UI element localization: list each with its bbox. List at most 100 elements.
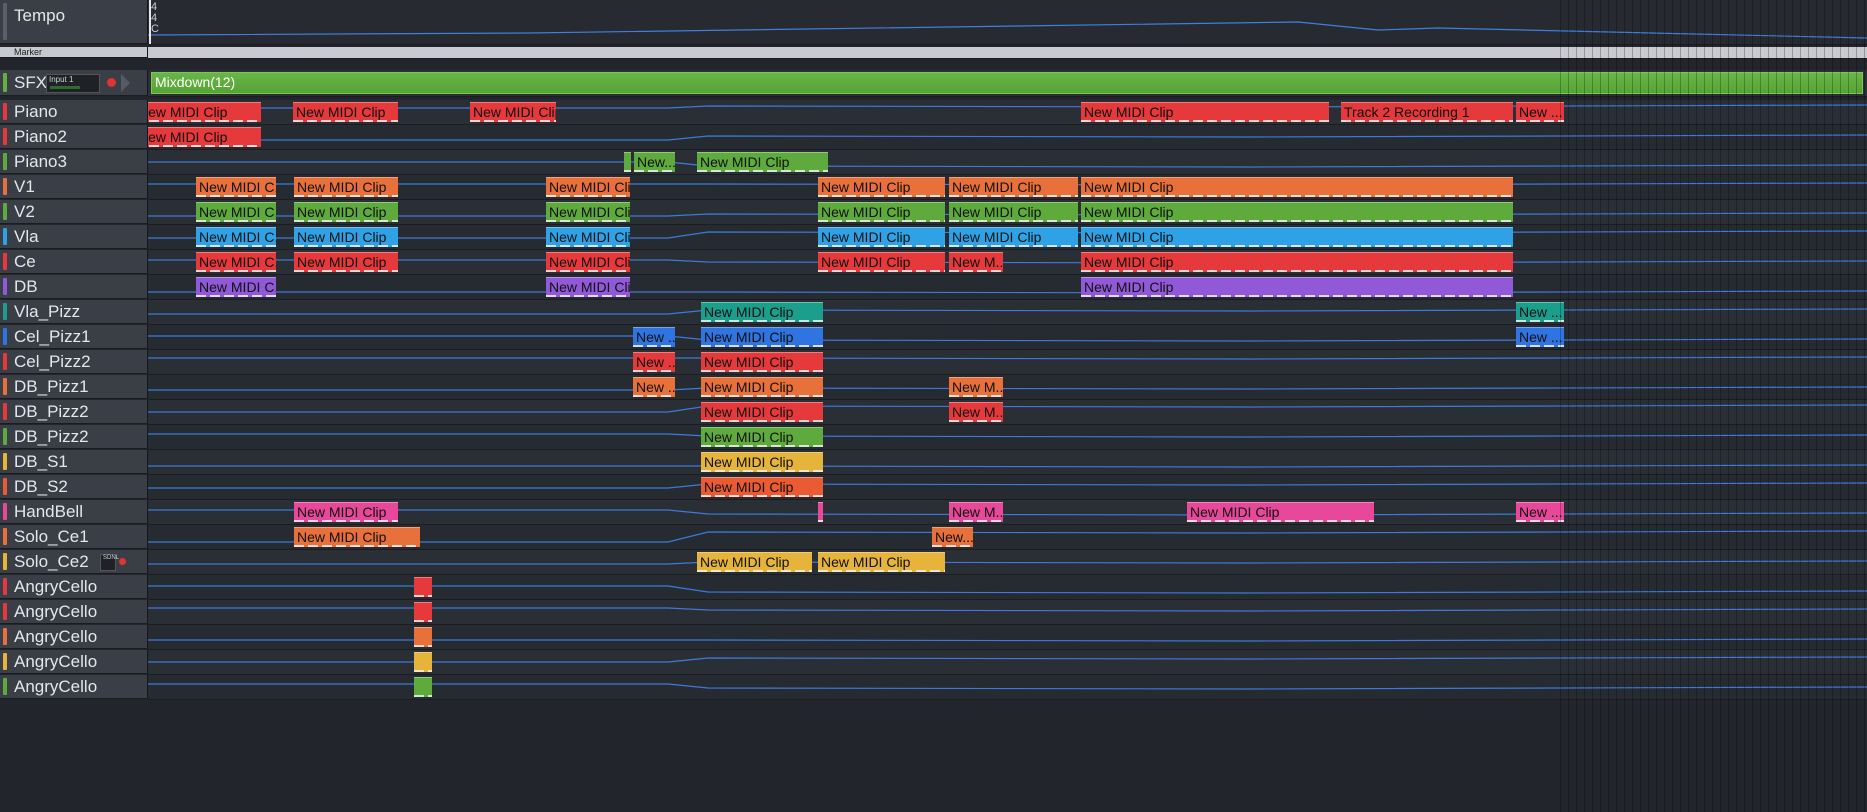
track-lane[interactable]: New MIDI Clip: [148, 475, 1867, 500]
track-lane[interactable]: New MIDI Clip: [148, 425, 1867, 450]
track-header[interactable]: DB_Pizz1: [0, 375, 148, 399]
automation-line[interactable]: [148, 125, 1867, 149]
expand-arrow-icon[interactable]: [121, 74, 130, 92]
automation-line[interactable]: [148, 600, 1867, 624]
midi-clip[interactable]: New MIDI Clip: [1081, 227, 1513, 247]
midi-clip[interactable]: New MIDI C...: [196, 252, 276, 272]
track-lane[interactable]: New MIDI Clip New M...: [148, 400, 1867, 425]
track-header[interactable]: AngryCello: [0, 650, 148, 674]
input-selector[interactable]: SDNL: [100, 554, 119, 571]
track-header[interactable]: Cel_Pizz2: [0, 350, 148, 374]
midi-clip[interactable]: New MIDI C...: [196, 227, 276, 247]
midi-clip[interactable]: [414, 602, 432, 622]
midi-clip[interactable]: New MIDI Clip: [949, 202, 1078, 222]
midi-clip[interactable]: New MIDI Clip: [697, 552, 812, 572]
track-lane[interactable]: New MIDI Clip New ...: [148, 300, 1867, 325]
midi-clip[interactable]: New MIDI Clip: [701, 302, 823, 322]
midi-clip[interactable]: New MIDI Clip: [1081, 252, 1513, 272]
midi-clip[interactable]: New MIDI Clip: [148, 127, 261, 147]
marker-lane[interactable]: [148, 47, 1867, 59]
automation-line[interactable]: [148, 675, 1867, 699]
midi-clip[interactable]: New MIDI Clip: [701, 427, 823, 447]
audio-clip[interactable]: Mixdown(12): [151, 72, 1863, 94]
midi-clip[interactable]: New MIDI Clip: [701, 452, 823, 472]
midi-clip[interactable]: New MIDI Clip: [701, 402, 823, 422]
input-selector[interactable]: Input 1: [46, 74, 100, 93]
track-header[interactable]: DB_Pizz2: [0, 400, 148, 424]
midi-clip[interactable]: New MIDI Clip: [818, 202, 945, 222]
track-header[interactable]: DB_Pizz2: [0, 425, 148, 449]
midi-clip[interactable]: New MIDI Clip: [294, 252, 398, 272]
track-lane[interactable]: [148, 600, 1867, 625]
midi-clip[interactable]: New MIDI Clip: [1081, 177, 1513, 197]
track-lane[interactable]: New MIDI C... New MIDI Clip New MIDI Clip N…: [148, 175, 1867, 200]
midi-clip[interactable]: New MIDI Clip: [294, 227, 398, 247]
midi-clip[interactable]: [414, 652, 432, 672]
midi-clip[interactable]: New MIDI Clip: [546, 227, 630, 247]
track-lane[interactable]: New... New MIDI Clip: [148, 150, 1867, 175]
record-arm-icon[interactable]: [107, 78, 116, 87]
track-lane[interactable]: New ... New MIDI Clip New M...: [148, 375, 1867, 400]
midi-clip[interactable]: New MIDI Clip: [701, 477, 823, 497]
midi-clip[interactable]: New MIDI Clip: [818, 227, 945, 247]
track-header[interactable]: V2: [0, 200, 148, 224]
midi-clip[interactable]: New MIDI Clip: [949, 177, 1078, 197]
automation-line[interactable]: [148, 375, 1867, 399]
midi-clip[interactable]: New MIDI Clip: [701, 352, 823, 372]
track-header[interactable]: Piano2: [0, 125, 148, 149]
midi-clip[interactable]: New MIDI Clip: [818, 177, 945, 197]
midi-clip[interactable]: Track 2 Recording 1: [1341, 102, 1513, 122]
track-lane[interactable]: New MIDI C... New MIDI Clip New MIDI Clip: [148, 275, 1867, 300]
midi-clip[interactable]: New MIDI Clip: [1081, 202, 1513, 222]
automation-line[interactable]: [148, 250, 1867, 274]
midi-clip[interactable]: New MIDI Clip: [546, 252, 630, 272]
midi-clip[interactable]: New MIDI Clip: [1187, 502, 1374, 522]
midi-clip[interactable]: [624, 152, 631, 172]
midi-clip[interactable]: New ...: [1516, 302, 1564, 322]
midi-clip[interactable]: New ...: [1516, 502, 1564, 522]
track-lane[interactable]: New MIDI C... New MIDI Clip New MIDI Clip N…: [148, 200, 1867, 225]
automation-line[interactable]: [148, 650, 1867, 674]
track-header[interactable]: DB_S2: [0, 475, 148, 499]
midi-clip[interactable]: New MIDI Clip: [546, 177, 630, 197]
midi-clip[interactable]: New MIDI Clip: [294, 202, 398, 222]
midi-clip[interactable]: New MIDI Clip: [697, 152, 828, 172]
track-header[interactable]: Ce: [0, 250, 148, 274]
track-lane[interactable]: New MIDI Clip New...: [148, 525, 1867, 550]
midi-clip[interactable]: New ...: [633, 377, 675, 397]
track-header[interactable]: DB: [0, 275, 148, 299]
midi-clip[interactable]: New M...: [949, 402, 1003, 422]
automation-line[interactable]: [148, 275, 1867, 299]
midi-clip[interactable]: New MIDI Clip: [294, 177, 398, 197]
midi-clip[interactable]: New MIDI Clip: [1081, 102, 1329, 122]
track-header[interactable]: AngryCello: [0, 600, 148, 624]
midi-clip[interactable]: New ...: [1516, 102, 1564, 122]
track-header[interactable]: Vla: [0, 225, 148, 249]
midi-clip[interactable]: [414, 577, 432, 597]
track-header[interactable]: AngryCello: [0, 575, 148, 599]
track-lane[interactable]: New ... New MIDI Clip: [148, 350, 1867, 375]
track-header[interactable]: Solo_Ce2 SDNL: [0, 550, 148, 574]
midi-clip[interactable]: New MIDI Clip: [1081, 277, 1513, 297]
midi-clip[interactable]: [414, 627, 432, 647]
midi-clip[interactable]: New MIDI Clip: [818, 252, 945, 272]
midi-clip[interactable]: New ...: [633, 352, 675, 372]
midi-clip[interactable]: New MIDI Clip: [293, 102, 398, 122]
midi-clip[interactable]: New MIDI Clip: [701, 377, 823, 397]
track-header[interactable]: AngryCello: [0, 675, 148, 699]
track-header[interactable]: AngryCello: [0, 625, 148, 649]
track-lane[interactable]: [148, 575, 1867, 600]
track-header[interactable]: Cel_Pizz1: [0, 325, 148, 349]
midi-clip[interactable]: New MIDI Clip: [148, 102, 261, 122]
midi-clip[interactable]: New M...: [949, 377, 1003, 397]
midi-clip[interactable]: New MIDI C...: [196, 177, 276, 197]
midi-clip[interactable]: New M...: [949, 252, 1003, 272]
midi-clip[interactable]: New MIDI Clip: [546, 202, 630, 222]
automation-line[interactable]: [148, 425, 1867, 449]
midi-clip[interactable]: New...: [932, 527, 973, 547]
midi-clip[interactable]: New MIDI Clip: [470, 102, 556, 122]
midi-clip[interactable]: New MIDI Clip: [294, 502, 398, 522]
tempo-track-header[interactable]: Tempo: [0, 0, 148, 44]
track-lane[interactable]: New MIDI C... New MIDI Clip New MIDI Clip N…: [148, 225, 1867, 250]
automation-line[interactable]: [148, 500, 1867, 524]
